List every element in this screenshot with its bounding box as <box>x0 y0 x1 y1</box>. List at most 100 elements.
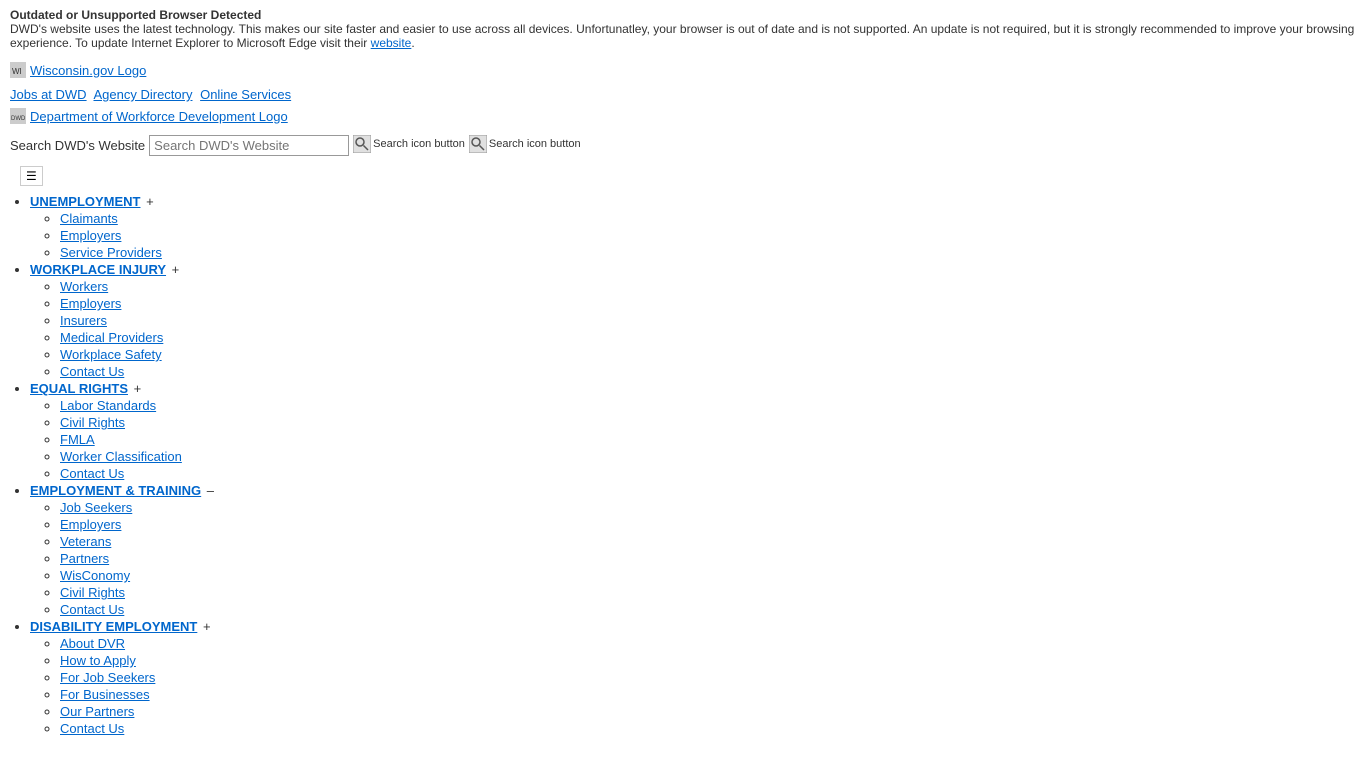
list-item: Civil Rights <box>60 585 1356 600</box>
svg-text:WI: WI <box>12 67 22 76</box>
for-businesses-link[interactable]: For Businesses <box>60 687 150 702</box>
search-button-2[interactable]: Search icon button <box>469 135 581 156</box>
workplace-injury-link[interactable]: WORKPLACE INJURY <box>30 262 166 277</box>
list-item: About DVR <box>60 636 1356 651</box>
disability-employment-link[interactable]: DISABILITY EMPLOYMENT <box>30 619 197 634</box>
disability-employment-toggle[interactable]: + <box>203 619 211 634</box>
job-seekers-link[interactable]: Job Seekers <box>60 500 132 515</box>
list-item: Claimants <box>60 211 1356 226</box>
hamburger-container: ☰ <box>0 160 1366 192</box>
nav-item-disability-employment: DISABILITY EMPLOYMENT + About DVR How to… <box>30 619 1356 736</box>
medical-providers-link[interactable]: Medical Providers <box>60 330 163 345</box>
hamburger-button[interactable]: ☰ <box>20 166 43 186</box>
wi-logo-container: WI Wisconsin.gov Logo <box>0 58 1366 85</box>
workplace-safety-link[interactable]: Workplace Safety <box>60 347 162 362</box>
agency-directory-link[interactable]: Agency Directory <box>93 87 192 102</box>
fmla-link[interactable]: FMLA <box>60 432 95 447</box>
wi-employers-link[interactable]: Employers <box>60 296 121 311</box>
nav-item-employment-training: EMPLOYMENT & TRAINING – Job Seekers Empl… <box>30 483 1356 617</box>
list-item: Contact Us <box>60 721 1356 736</box>
workplace-injury-submenu: Workers Employers Insurers Medical Provi… <box>30 279 1356 379</box>
disability-employment-submenu: About DVR How to Apply For Job Seekers F… <box>30 636 1356 736</box>
our-partners-link[interactable]: Our Partners <box>60 704 134 719</box>
nav-item-unemployment: UNEMPLOYMENT + Claimants Employers Servi… <box>30 194 1356 260</box>
browser-warning-title: Outdated or Unsupported Browser Detected <box>10 8 1356 22</box>
list-item: FMLA <box>60 432 1356 447</box>
workplace-injury-toggle[interactable]: + <box>172 262 180 277</box>
main-nav: UNEMPLOYMENT + Claimants Employers Servi… <box>0 194 1366 736</box>
insurers-link[interactable]: Insurers <box>60 313 107 328</box>
wi-logo-placeholder: WI Wisconsin.gov Logo <box>10 62 146 78</box>
search-icon-1: Search icon button <box>353 135 465 153</box>
browser-warning: Outdated or Unsupported Browser Detected… <box>0 0 1366 58</box>
equal-rights-submenu: Labor Standards Civil Rights FMLA Worker… <box>30 398 1356 481</box>
list-item: Medical Providers <box>60 330 1356 345</box>
list-item: For Businesses <box>60 687 1356 702</box>
de-contact-us-link[interactable]: Contact Us <box>60 721 124 736</box>
et-contact-us-link[interactable]: Contact Us <box>60 602 124 617</box>
list-item: Workplace Safety <box>60 347 1356 362</box>
veterans-link[interactable]: Veterans <box>60 534 111 549</box>
list-item: Our Partners <box>60 704 1356 719</box>
equal-rights-link[interactable]: EQUAL RIGHTS <box>30 381 128 396</box>
unemployment-toggle[interactable]: + <box>146 194 154 209</box>
unemployment-submenu: Claimants Employers Service Providers <box>30 211 1356 260</box>
claimants-link[interactable]: Claimants <box>60 211 118 226</box>
wi-logo-icon: WI <box>10 62 26 78</box>
website-link[interactable]: website <box>371 36 412 50</box>
dwd-logo-icon: DWD <box>10 108 26 124</box>
search-button-1[interactable]: Search icon button <box>353 135 465 156</box>
workers-link[interactable]: Workers <box>60 279 108 294</box>
svg-text:DWD: DWD <box>11 116 26 122</box>
list-item: Contact Us <box>60 364 1356 379</box>
search-icon-2: Search icon button <box>469 135 581 153</box>
labor-standards-link[interactable]: Labor Standards <box>60 398 156 413</box>
list-item: For Job Seekers <box>60 670 1356 685</box>
list-item: WisConomy <box>60 568 1356 583</box>
dwd-logo-text: Department of Workforce Development Logo <box>30 109 288 124</box>
list-item: Contact Us <box>60 466 1356 481</box>
list-item: Service Providers <box>60 245 1356 260</box>
search-input[interactable] <box>149 135 349 156</box>
wi-logo-text: Wisconsin.gov Logo <box>30 63 146 78</box>
et-employers-link[interactable]: Employers <box>60 517 121 532</box>
dwd-logo-container: DWD Department of Workforce Development … <box>0 104 1366 131</box>
list-item: Civil Rights <box>60 415 1356 430</box>
wi-contact-us-link[interactable]: Contact Us <box>60 364 124 379</box>
unemployment-link[interactable]: UNEMPLOYMENT <box>30 194 141 209</box>
nav-list: UNEMPLOYMENT + Claimants Employers Servi… <box>10 194 1356 736</box>
list-item: Worker Classification <box>60 449 1356 464</box>
list-item: Labor Standards <box>60 398 1356 413</box>
how-to-apply-link[interactable]: How to Apply <box>60 653 136 668</box>
list-item: Contact Us <box>60 602 1356 617</box>
civil-rights-link[interactable]: Civil Rights <box>60 415 125 430</box>
er-contact-us-link[interactable]: Contact Us <box>60 466 124 481</box>
equal-rights-toggle[interactable]: + <box>134 381 142 396</box>
list-item: Workers <box>60 279 1356 294</box>
employment-training-toggle[interactable]: – <box>207 483 214 498</box>
jobs-at-dwd-link[interactable]: Jobs at DWD <box>10 87 87 102</box>
utility-links: Jobs at DWD Agency Directory Online Serv… <box>0 85 1366 104</box>
unemployment-employers-link[interactable]: Employers <box>60 228 121 243</box>
hamburger-icon: ☰ <box>26 169 37 183</box>
employment-training-link[interactable]: EMPLOYMENT & TRAINING <box>30 483 201 498</box>
about-dvr-link[interactable]: About DVR <box>60 636 125 651</box>
et-civil-rights-link[interactable]: Civil Rights <box>60 585 125 600</box>
service-providers-link[interactable]: Service Providers <box>60 245 162 260</box>
list-item: Veterans <box>60 534 1356 549</box>
wisconomy-link[interactable]: WisConomy <box>60 568 130 583</box>
list-item: Partners <box>60 551 1356 566</box>
for-job-seekers-link[interactable]: For Job Seekers <box>60 670 155 685</box>
partners-link[interactable]: Partners <box>60 551 109 566</box>
search-bar: Search DWD's Website Search icon button … <box>0 131 1366 160</box>
list-item: Employers <box>60 517 1356 532</box>
browser-warning-message: DWD's website uses the latest technology… <box>10 22 1356 50</box>
worker-classification-link[interactable]: Worker Classification <box>60 449 182 464</box>
search-icon-label-1: Search icon button <box>373 138 465 150</box>
online-services-link[interactable]: Online Services <box>200 87 291 102</box>
employment-training-submenu: Job Seekers Employers Veterans Partners … <box>30 500 1356 617</box>
dwd-logo-link[interactable]: DWD Department of Workforce Development … <box>10 112 288 127</box>
wi-logo-link[interactable]: WI Wisconsin.gov Logo <box>10 66 146 81</box>
search-icon-label-2: Search icon button <box>489 138 581 150</box>
list-item: How to Apply <box>60 653 1356 668</box>
